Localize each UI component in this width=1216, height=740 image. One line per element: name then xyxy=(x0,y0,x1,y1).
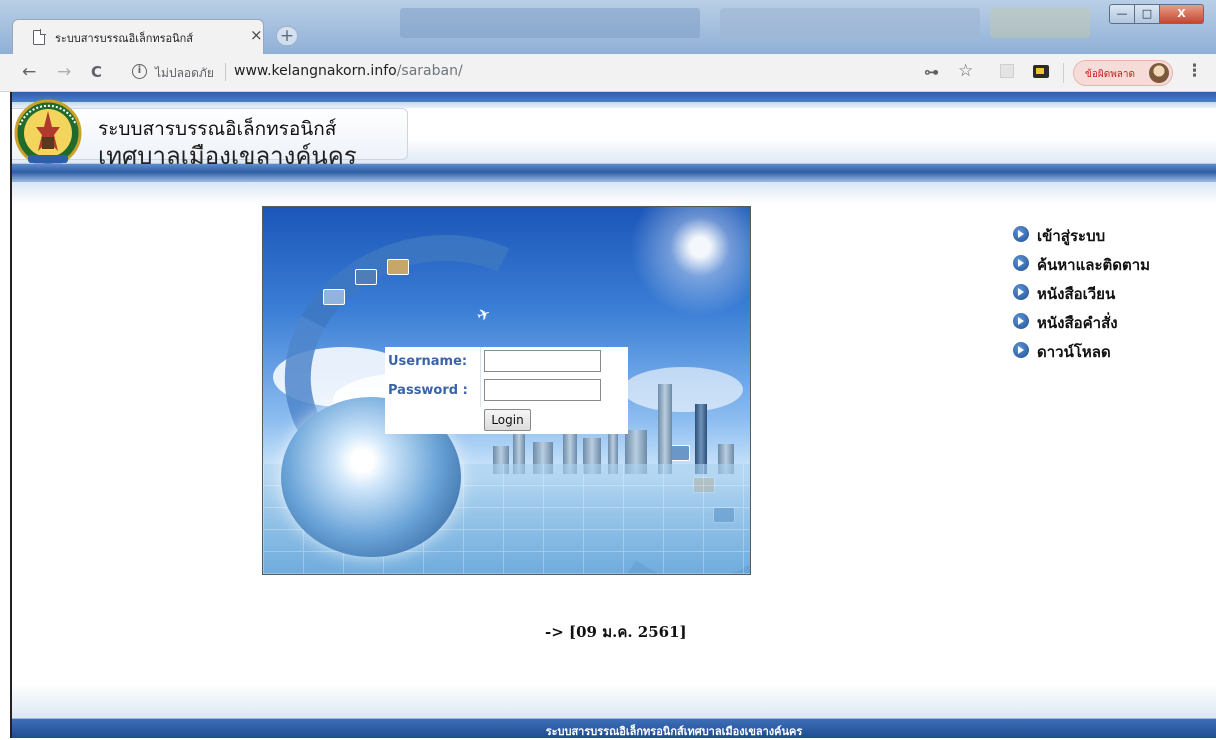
cast-extension-icon[interactable] xyxy=(1033,65,1049,78)
background-blur xyxy=(990,8,1090,38)
bookmark-star-icon[interactable]: ☆ xyxy=(958,61,973,81)
page-icon xyxy=(33,29,46,45)
browser-tab[interactable]: ระบบสารบรรณอิเล็กทรอนิกส์ × xyxy=(12,19,264,54)
url-path: /saraban/ xyxy=(396,63,463,79)
arrow-right-icon xyxy=(1013,255,1029,271)
arrow-right-icon xyxy=(1013,342,1029,358)
background-blur xyxy=(400,8,700,38)
photo-tile xyxy=(355,269,377,285)
error-label: ข้อผิดพลาด xyxy=(1085,69,1136,80)
profile-error-button[interactable]: ข้อผิดพลาด xyxy=(1073,60,1173,86)
login-form: Username: Password : Login xyxy=(385,347,628,434)
maximize-button[interactable]: □ xyxy=(1135,4,1160,24)
photo-tile xyxy=(387,259,409,275)
username-input[interactable] xyxy=(484,350,601,372)
toolbar-divider xyxy=(1063,63,1064,83)
new-tab-button[interactable]: + xyxy=(276,26,298,46)
header-top-stripe xyxy=(12,92,1216,102)
municipality-seal-logo xyxy=(14,99,82,167)
photo-tile xyxy=(323,289,345,305)
background-blur xyxy=(720,8,980,38)
banner-sun xyxy=(630,207,750,317)
omnibox-divider xyxy=(225,63,226,81)
menu-item-label: ดาวน์โหลด xyxy=(1037,343,1111,361)
arrow-right-icon xyxy=(1013,284,1029,300)
tab-title: ระบบสารบรรณอิเล็กทรอนิกส์ xyxy=(55,32,194,45)
password-input[interactable] xyxy=(484,379,601,401)
menu-item-label: หนังสือคำสั่ง xyxy=(1037,314,1118,332)
url-host: www.kelangnakorn.info xyxy=(234,63,397,79)
url-text[interactable]: www.kelangnakorn.info/saraban/ xyxy=(234,63,463,79)
browser-toolbar: ← → C i ไม่ปลอดภัย www.kelangnakorn.info… xyxy=(0,54,1216,92)
username-label: Username: xyxy=(388,354,468,369)
current-date: -> [09 ม.ค. 2561] xyxy=(545,623,687,641)
menu-item-label: ค้นหาและติดตาม xyxy=(1037,256,1151,274)
arrow-right-icon xyxy=(1013,313,1029,329)
menu-item-label: เข้าสู่ระบบ xyxy=(1037,227,1106,245)
close-window-button[interactable]: X xyxy=(1160,4,1204,24)
key-icon[interactable]: ⊶ xyxy=(924,63,939,81)
web-page: ระบบสารบรรณอิเล็กทรอนิกส์ เทศบาลเมืองเขล… xyxy=(10,92,1216,738)
back-button[interactable]: ← xyxy=(22,62,36,82)
header-fade xyxy=(12,182,1216,204)
menu-item-label: หนังสือเวียน xyxy=(1037,285,1116,303)
browser-titlebar: ระบบสารบรรณอิเล็กทรอนิกส์ × + — □ X xyxy=(0,0,1216,54)
password-label: Password : xyxy=(388,383,468,398)
address-bar[interactable]: i ไม่ปลอดภัย www.kelangnakorn.info/sarab… xyxy=(122,60,1000,86)
minimize-button[interactable]: — xyxy=(1109,4,1135,24)
browser-menu-icon[interactable]: ⋮ xyxy=(1186,61,1203,81)
city-building xyxy=(658,384,672,474)
forward-button[interactable]: → xyxy=(57,62,71,82)
reload-button[interactable]: C xyxy=(91,63,102,81)
info-icon[interactable]: i xyxy=(132,64,147,79)
security-status[interactable]: ไม่ปลอดภัย xyxy=(155,64,214,83)
site-footer: ระบบสารบรรณอิเล็กทรอนิกส์เทศบาลเมืองเขลา… xyxy=(12,718,1216,738)
form-divider xyxy=(480,347,481,407)
arrow-right-icon xyxy=(1013,226,1029,242)
footer-fade xyxy=(12,684,1216,718)
avatar xyxy=(1149,63,1169,83)
login-button[interactable]: Login xyxy=(484,409,531,431)
tab-close-icon[interactable]: × xyxy=(250,26,263,44)
extension-icon[interactable] xyxy=(1000,64,1014,78)
footer-text: ระบบสารบรรณอิเล็กทรอนิกส์เทศบาลเมืองเขลา… xyxy=(545,725,803,738)
extension-icon-inner xyxy=(1036,68,1044,74)
window-controls: — □ X xyxy=(1109,4,1204,24)
header-blue-band xyxy=(12,164,1216,182)
